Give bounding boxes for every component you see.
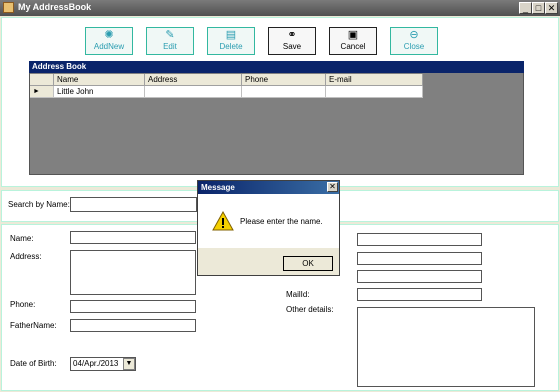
close-label: Close	[403, 42, 425, 51]
minimize-button[interactable]: _	[519, 2, 532, 14]
save-icon: ⚭	[287, 29, 297, 41]
search-label: Search by Name:	[8, 200, 70, 209]
delete-button[interactable]: ▤ Delete	[207, 27, 255, 55]
other-details-field[interactable]	[357, 307, 535, 387]
row-header-corner	[30, 74, 54, 86]
edit-button[interactable]: ✎ Edit	[146, 27, 194, 55]
delete-label: Delete	[219, 42, 243, 51]
app-icon	[3, 2, 14, 13]
grid-title: Address Book	[29, 61, 524, 73]
maximize-button[interactable]: □	[532, 2, 545, 14]
addnew-label: AddNew	[93, 42, 125, 51]
dialog-message: Please enter the name.	[240, 217, 323, 226]
addnew-button[interactable]: ✺ AddNew	[85, 27, 133, 55]
right-field-2[interactable]	[357, 252, 482, 265]
dialog-close-button[interactable]: ✕	[327, 182, 338, 192]
pencil-icon: ✎	[165, 29, 175, 41]
cancel-button[interactable]: ▣ Cancel	[329, 27, 377, 55]
dob-label: Date of Birth:	[10, 359, 57, 368]
cancel-label: Cancel	[340, 42, 366, 51]
fathername-field[interactable]	[70, 319, 196, 332]
warning-icon	[212, 210, 234, 231]
chevron-down-icon[interactable]: ▼	[123, 358, 135, 370]
right-field-1[interactable]	[357, 233, 482, 246]
window-title: My AddressBook	[18, 2, 92, 12]
column-header-phone[interactable]: Phone	[242, 74, 326, 86]
row-indicator[interactable]: ►	[30, 86, 54, 98]
cancel-icon: ▣	[347, 29, 359, 41]
close-circle-icon: ⊖	[409, 29, 419, 41]
document-icon: ▤	[225, 29, 237, 41]
column-header-name[interactable]: Name	[54, 74, 145, 86]
lightbulb-icon: ✺	[104, 29, 114, 41]
table-cell-name[interactable]: Little John	[54, 86, 145, 98]
dialog-title: Message	[198, 181, 339, 194]
table-cell-address[interactable]	[145, 86, 242, 98]
phone-label: Phone:	[10, 300, 36, 309]
ok-button[interactable]: OK	[283, 256, 333, 271]
name-label: Name:	[10, 234, 34, 243]
table-cell-email[interactable]	[326, 86, 423, 98]
edit-label: Edit	[163, 42, 177, 51]
save-label: Save	[282, 42, 302, 51]
address-label: Address:	[10, 252, 42, 261]
fathername-label: FatherName:	[10, 321, 57, 330]
name-field[interactable]	[70, 231, 196, 244]
mailid-field[interactable]	[357, 288, 482, 301]
phone-field[interactable]	[70, 300, 196, 313]
other-details-label: Other details:	[286, 305, 334, 314]
mailid-label: MailId:	[286, 290, 310, 299]
address-field[interactable]	[70, 250, 196, 295]
column-header-email[interactable]: E-mail	[326, 74, 423, 86]
right-field-3[interactable]	[357, 270, 482, 283]
close-window-button[interactable]: ✕	[545, 2, 558, 14]
table-cell-phone[interactable]	[242, 86, 326, 98]
save-button[interactable]: ⚭ Save	[268, 27, 316, 55]
search-input[interactable]	[70, 197, 197, 212]
column-header-address[interactable]: Address	[145, 74, 242, 86]
close-button[interactable]: ⊖ Close	[390, 27, 438, 55]
